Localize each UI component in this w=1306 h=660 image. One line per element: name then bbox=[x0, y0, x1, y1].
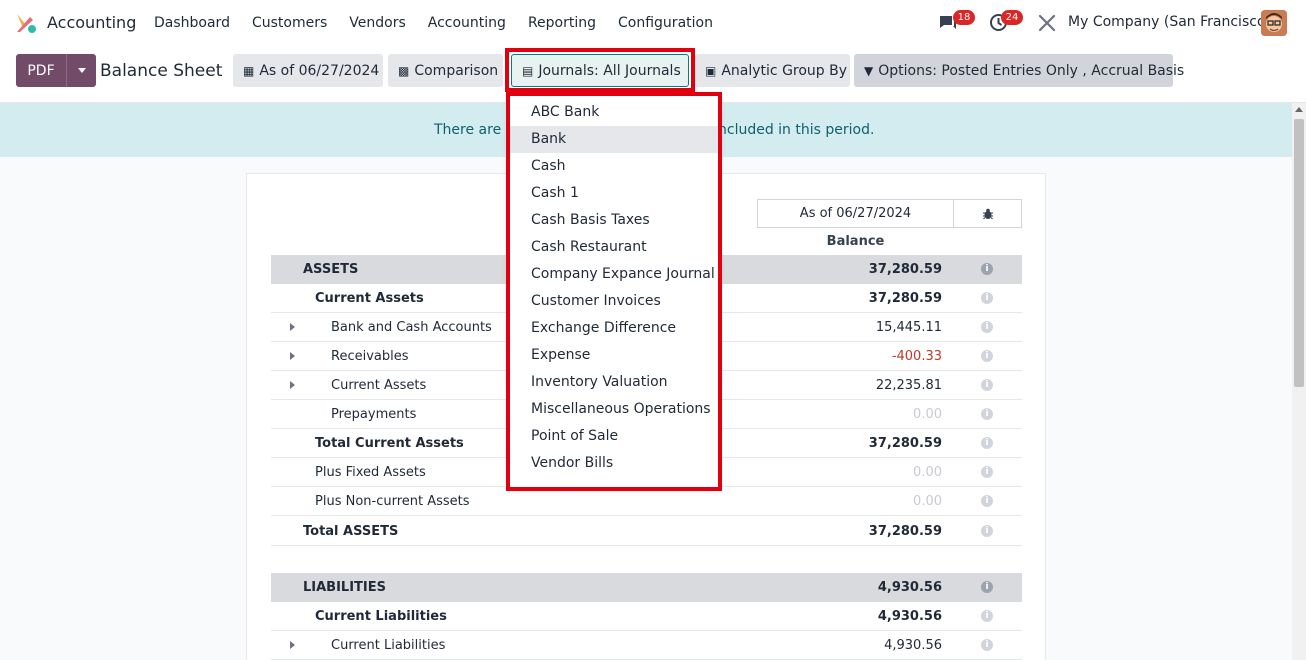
filter-icon: ▼ bbox=[864, 63, 874, 78]
menu-vendors[interactable]: Vendors bbox=[338, 15, 416, 31]
info-icon[interactable]: i bbox=[981, 350, 993, 362]
caret-right-icon[interactable] bbox=[290, 641, 295, 649]
messages-badge: 18 bbox=[953, 10, 975, 25]
row-value: 4,930.56 bbox=[877, 609, 942, 624]
menu-customers[interactable]: Customers bbox=[241, 15, 338, 31]
report-row-total-assets[interactable]: Total ASSETS 37,280.59 i bbox=[271, 517, 1022, 546]
comparison-label: Comparison bbox=[414, 62, 499, 79]
row-value: 0.00 bbox=[913, 494, 942, 509]
bar-chart-icon: ▩ bbox=[398, 63, 410, 78]
row-value: 0.00 bbox=[913, 407, 942, 422]
report-row-liabilities[interactable]: LIABILITIES 4,930.56 i bbox=[271, 573, 1022, 602]
row-value: 37,280.59 bbox=[868, 262, 942, 277]
journals-highlight-box bbox=[505, 48, 695, 92]
row-value: -400.33 bbox=[891, 349, 942, 364]
caret-right-icon[interactable] bbox=[290, 323, 295, 331]
banner-text-right: ncluded in this period. bbox=[718, 122, 875, 138]
scroll-up-arrow-icon[interactable] bbox=[1295, 107, 1303, 112]
info-icon[interactable]: i bbox=[981, 408, 993, 420]
row-label: Current Liabilities bbox=[331, 638, 446, 653]
info-icon[interactable]: i bbox=[981, 379, 993, 391]
row-label: Current Assets bbox=[331, 378, 427, 393]
row-label: Current Liabilities bbox=[315, 609, 447, 624]
report-row-non-current-assets[interactable]: Plus Non-current Assets 0.00 i bbox=[271, 487, 1022, 516]
main-menu: Dashboard Customers Vendors Accounting R… bbox=[143, 0, 724, 46]
dropdown-highlight-box bbox=[506, 92, 722, 491]
row-label: Plus Non-current Assets bbox=[315, 494, 470, 509]
analytic-group-label: Analytic Group By bbox=[721, 62, 848, 79]
row-label: Receivables bbox=[331, 349, 409, 364]
row-value: 4,930.56 bbox=[877, 580, 942, 595]
row-value: 22,235.81 bbox=[875, 378, 942, 393]
bug-icon bbox=[982, 208, 993, 219]
comparison-button[interactable]: ▩ Comparison bbox=[388, 54, 503, 87]
info-icon[interactable]: i bbox=[981, 610, 993, 622]
row-value: 37,280.59 bbox=[868, 291, 942, 306]
info-icon[interactable]: i bbox=[981, 292, 993, 304]
report-row-current-liabilities-sub[interactable]: Current Liabilities 4,930.56 i bbox=[271, 631, 1022, 660]
info-icon[interactable]: i bbox=[981, 525, 993, 537]
info-icon[interactable]: i bbox=[981, 495, 993, 507]
column-header-balance: Balance bbox=[826, 234, 885, 249]
analytic-group-button[interactable]: ▣ Analytic Group By bbox=[695, 54, 850, 87]
menu-dashboard[interactable]: Dashboard bbox=[143, 15, 241, 31]
folder-open-icon: ▣ bbox=[705, 63, 717, 78]
caret-right-icon[interactable] bbox=[290, 352, 295, 360]
tools-icon[interactable] bbox=[1038, 14, 1056, 32]
report-row-current-liabilities[interactable]: Current Liabilities 4,930.56 i bbox=[271, 602, 1022, 631]
options-filter-label: Options: Posted Entries Only , Accrual B… bbox=[878, 62, 1185, 79]
row-label: LIABILITIES bbox=[303, 580, 386, 595]
info-icon[interactable]: i bbox=[981, 466, 993, 478]
info-icon[interactable]: i bbox=[981, 639, 993, 651]
scroll-thumb[interactable] bbox=[1294, 119, 1304, 387]
banner-text-left: There are u bbox=[434, 122, 515, 138]
column-header-date[interactable]: As of 06/27/2024 bbox=[757, 199, 954, 228]
company-switcher[interactable]: My Company (San Francisco) bbox=[1068, 14, 1271, 30]
row-label: Total Current Assets bbox=[315, 436, 464, 451]
chevron-down-icon bbox=[77, 68, 86, 73]
calendar-icon: ▦ bbox=[243, 63, 255, 78]
row-label: ASSETS bbox=[303, 262, 359, 277]
menu-configuration[interactable]: Configuration bbox=[607, 15, 724, 31]
row-label: Current Assets bbox=[315, 291, 424, 306]
info-icon[interactable]: i bbox=[981, 437, 993, 449]
row-label: Plus Fixed Assets bbox=[315, 465, 426, 480]
options-filter-button[interactable]: ▼ Options: Posted Entries Only , Accrual… bbox=[854, 54, 1184, 87]
row-label: Bank and Cash Accounts bbox=[331, 320, 492, 335]
app-name[interactable]: Accounting bbox=[47, 13, 136, 32]
menu-reporting[interactable]: Reporting bbox=[517, 15, 607, 31]
info-icon[interactable]: i bbox=[981, 263, 993, 275]
row-label: Prepayments bbox=[331, 407, 417, 422]
row-value: 0.00 bbox=[913, 465, 942, 480]
top-navbar: Accounting Dashboard Customers Vendors A… bbox=[0, 0, 1306, 46]
info-icon[interactable]: i bbox=[981, 321, 993, 333]
row-value: 37,280.59 bbox=[868, 524, 942, 539]
debug-column-button[interactable] bbox=[953, 199, 1022, 228]
caret-right-icon[interactable] bbox=[290, 381, 295, 389]
row-value: 4,930.56 bbox=[884, 638, 942, 653]
page-title: Balance Sheet bbox=[100, 61, 223, 81]
user-avatar[interactable] bbox=[1261, 10, 1287, 36]
row-value: 37,280.59 bbox=[868, 436, 942, 451]
page-scrollbar[interactable] bbox=[1292, 103, 1306, 660]
info-icon[interactable]: i bbox=[981, 581, 993, 593]
menu-accounting[interactable]: Accounting bbox=[417, 15, 517, 31]
date-filter-label: As of 06/27/2024 bbox=[259, 62, 380, 79]
pdf-button[interactable]: PDF bbox=[16, 54, 66, 87]
activities-badge: 24 bbox=[1001, 10, 1023, 25]
row-label: Total ASSETS bbox=[303, 524, 399, 539]
accounting-app-icon[interactable] bbox=[14, 11, 38, 35]
date-filter-button[interactable]: ▦ As of 06/27/2024 bbox=[233, 54, 383, 87]
pdf-dropdown-toggle[interactable] bbox=[66, 54, 96, 87]
row-value: 15,445.11 bbox=[875, 320, 942, 335]
